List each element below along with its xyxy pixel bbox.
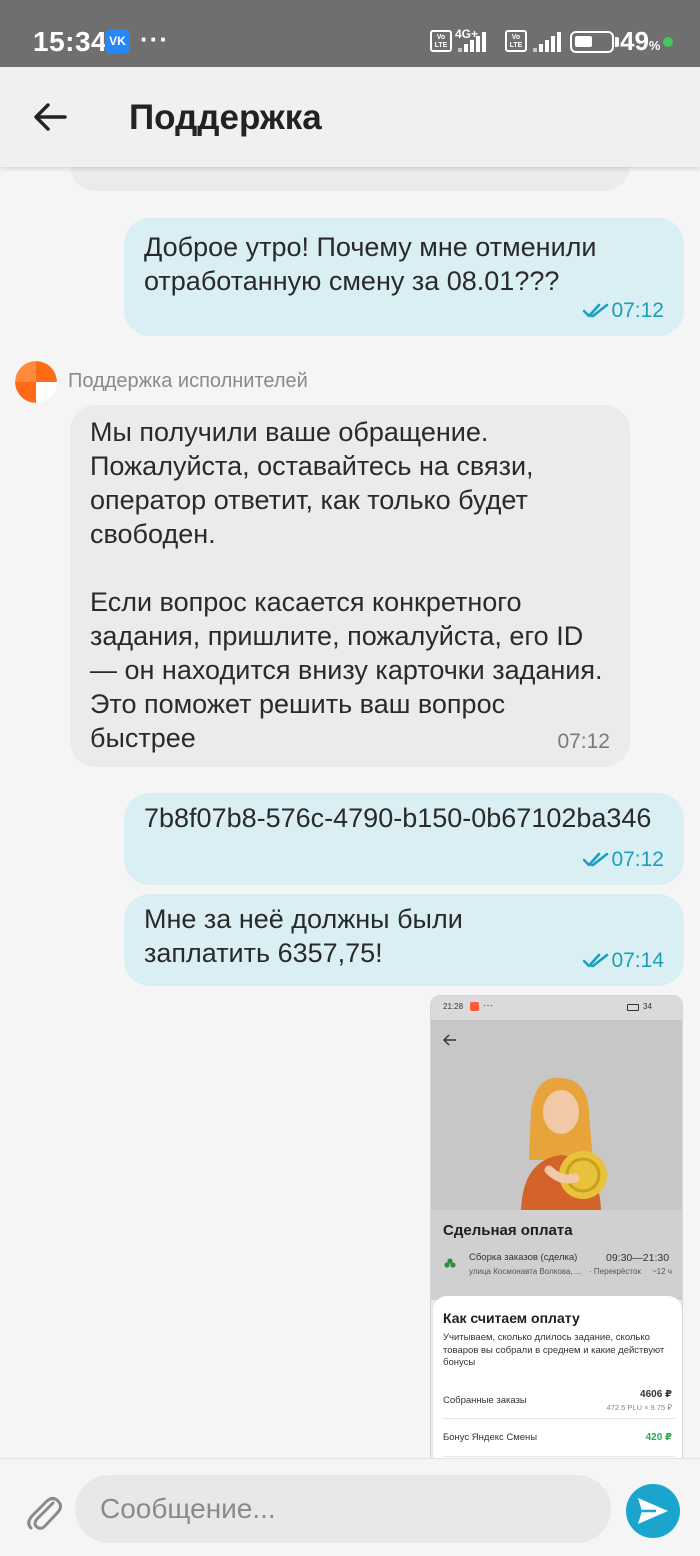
attachment-task-card: Сдельная оплата Сборка заказов (сделка) … bbox=[431, 1210, 682, 1300]
message-paragraph: Если вопрос касается конкретного задания… bbox=[90, 587, 603, 753]
previous-message-bubble: 07:11 bbox=[70, 167, 630, 191]
attachment-sheet-description: Учитываем, сколько длилось задание, скол… bbox=[443, 1332, 665, 1368]
more-notifications-icon: ··· bbox=[140, 24, 169, 54]
arrow-left-icon bbox=[443, 1034, 456, 1046]
message-text: Доброе утро! Почему мне отменили отработ… bbox=[144, 232, 597, 296]
attachment-status-bar: 21:28 ··· 34 bbox=[431, 996, 682, 1020]
message-text: Мне за неё должны были заплатить 6357,75… bbox=[144, 904, 463, 968]
double-check-icon bbox=[583, 853, 609, 867]
message-paragraph: Мы получили ваше обращение. Пожалуйста, … bbox=[90, 417, 534, 549]
attachment-task-address: улица Космонавта Волкова, ... bbox=[469, 1267, 582, 1276]
attachment-task-store: · Перекрёсток bbox=[589, 1267, 641, 1276]
back-button[interactable] bbox=[22, 92, 78, 142]
attachment-row-value: 4606 ₽ bbox=[640, 1389, 672, 1400]
image-attachment[interactable]: 21:28 ··· 34 Сдельная оплата Сборка зака… bbox=[430, 995, 683, 1458]
message-input[interactable] bbox=[75, 1475, 611, 1543]
person-with-coin-illustration bbox=[521, 1077, 607, 1210]
app-header: Поддержка bbox=[0, 67, 700, 167]
message-text: 7b8f07b8-576c-4790-b150-0b67102ba346 bbox=[144, 803, 652, 833]
arrow-left-icon bbox=[34, 103, 67, 131]
notification-icon bbox=[470, 1002, 479, 1011]
attachment-sheet-title: Как считаем оплату bbox=[443, 1310, 580, 1326]
attach-button[interactable] bbox=[25, 1491, 63, 1531]
divider bbox=[443, 1418, 675, 1419]
more-icon: ··· bbox=[483, 1000, 493, 1011]
double-check-icon bbox=[583, 304, 609, 318]
send-button[interactable] bbox=[626, 1484, 680, 1538]
attachment-task-name: Сборка заказов (сделка) bbox=[469, 1252, 578, 1263]
message-input-bar bbox=[0, 1458, 700, 1556]
volte-icon: Vo LTE bbox=[430, 30, 452, 52]
battery-tip bbox=[615, 37, 619, 47]
attachment-row-detail: 472.5 PLU × 9.75 ₽ bbox=[606, 1403, 672, 1412]
page-title: Поддержка bbox=[129, 98, 322, 137]
attachment-status-time: 21:28 bbox=[443, 1002, 464, 1011]
attachment-row-label: Собранные заказы bbox=[443, 1395, 527, 1406]
status-bar: 15:34 VK ··· Vo LTE 4G+ Vo LTE 49% bbox=[0, 0, 700, 67]
battery-level bbox=[575, 36, 592, 47]
attachment-payment-sheet: Как считаем оплату Учитываем, сколько дл… bbox=[433, 1296, 682, 1458]
volte-icon-sim2: Vo LTE bbox=[505, 30, 527, 52]
outgoing-message[interactable]: Мне за неё должны были заплатить 6357,75… bbox=[124, 894, 684, 986]
outgoing-message[interactable]: 7b8f07b8-576c-4790-b150-0b67102ba346 07:… bbox=[124, 793, 684, 885]
message-time: 07:12 bbox=[557, 730, 610, 753]
message-time: 07:14 bbox=[583, 944, 664, 978]
network-type-label: 4G+ bbox=[455, 27, 479, 41]
chat-area[interactable]: 07:11 Доброе утро! Почему мне отменили о… bbox=[0, 167, 700, 1458]
attachment-battery-icon bbox=[627, 1004, 639, 1011]
double-check-icon bbox=[583, 954, 609, 968]
attachment-illustration-area bbox=[431, 1020, 682, 1210]
attachment-row-label: Бонус Яндекс Смены bbox=[443, 1432, 538, 1443]
message-time: 07:11 bbox=[559, 167, 610, 177]
paperclip-icon bbox=[27, 1497, 62, 1530]
send-icon bbox=[638, 1498, 668, 1524]
attachment-section-title: Сдельная оплата bbox=[443, 1222, 573, 1239]
outgoing-message[interactable]: Доброе утро! Почему мне отменили отработ… bbox=[124, 218, 684, 336]
privacy-indicator-dot bbox=[663, 37, 673, 47]
clover-icon bbox=[444, 1257, 456, 1269]
battery-percent: 49% bbox=[620, 26, 661, 56]
incoming-message[interactable]: Мы получили ваше обращение. Пожалуйста, … bbox=[70, 405, 630, 767]
attachment-row-value: 420 ₽ bbox=[645, 1432, 672, 1443]
message-text: Мы получили ваше обращение. Пожалуйста, … bbox=[90, 415, 615, 755]
attachment-battery-percent: 34 bbox=[643, 1002, 652, 1011]
divider bbox=[443, 1456, 675, 1457]
sender-name: Поддержка исполнителей bbox=[68, 370, 308, 392]
attachment-task-duration: ~12 ч bbox=[652, 1267, 672, 1276]
battery-icon bbox=[570, 31, 614, 53]
message-time: 07:12 bbox=[583, 843, 664, 877]
status-time: 15:34 bbox=[33, 26, 108, 57]
message-time: 07:12 bbox=[583, 294, 664, 328]
vk-notification-icon: VK bbox=[105, 29, 130, 54]
support-avatar bbox=[15, 361, 57, 403]
attachment-task-hours: 09:30—21:30 bbox=[606, 1252, 670, 1264]
